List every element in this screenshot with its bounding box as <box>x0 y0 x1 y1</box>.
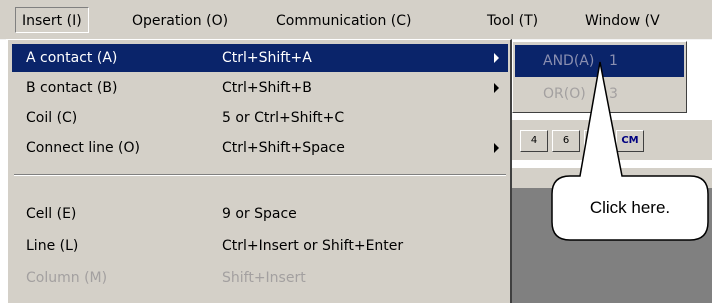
menu-item-shortcut: Ctrl+Insert or Shift+Enter <box>222 238 404 254</box>
submenu-arrow-icon <box>494 143 499 153</box>
toolbar-button-8[interactable]: 8 <box>584 130 612 152</box>
toolbar-button-6[interactable]: 6 <box>552 130 580 152</box>
menu-item-label: Line (L) <box>26 238 79 254</box>
menu-item-coil[interactable]: Coil (C) 5 or Ctrl+Shift+C <box>12 104 508 132</box>
menu-item-b-contact[interactable]: B contact (B) Ctrl+Shift+B <box>12 74 508 102</box>
contact-submenu: AND(A) 1 OR(O) 3 <box>512 41 687 113</box>
menu-item-shortcut: 5 or Ctrl+Shift+C <box>222 110 345 126</box>
submenu-item-and[interactable]: AND(A) 1 <box>515 45 684 77</box>
menu-item-a-contact[interactable]: A contact (A) Ctrl+Shift+A <box>12 44 508 72</box>
menu-item-label: Cell (E) <box>26 206 77 222</box>
menu-item-shortcut: Ctrl+Shift+A <box>222 50 312 66</box>
menu-item-shortcut: Shift+Insert <box>222 270 306 286</box>
submenu-arrow-icon <box>494 53 499 63</box>
menu-item-label: Coil (C) <box>26 110 78 126</box>
submenu-item-number: 3 <box>609 86 618 102</box>
ruler <box>512 168 712 189</box>
menu-item-cell[interactable]: Cell (E) 9 or Space <box>12 200 508 228</box>
submenu-item-number: 1 <box>609 53 618 69</box>
menu-item-shortcut: Ctrl+Shift+Space <box>222 140 345 156</box>
menu-separator <box>14 174 506 176</box>
menu-item-shortcut: 9 or Space <box>222 206 297 222</box>
menu-tool[interactable]: Tool (T) <box>487 9 538 33</box>
menu-item-shortcut: Ctrl+Shift+B <box>222 80 312 96</box>
toolbar-button-cm[interactable]: CM <box>616 130 644 152</box>
menu-window[interactable]: Window (V <box>585 9 660 33</box>
menu-bar: Insert (I) Operation (O) Communication (… <box>0 0 712 40</box>
menu-communication[interactable]: Communication (C) <box>276 9 412 33</box>
submenu-item-label: AND(A) <box>543 53 595 69</box>
menu-item-label: A contact (A) <box>26 50 118 66</box>
submenu-arrow-icon <box>494 83 499 93</box>
menu-item-label: Connect line (O) <box>26 140 140 156</box>
submenu-item-label: OR(O) <box>543 86 586 102</box>
menu-item-connect-line[interactable]: Connect line (O) Ctrl+Shift+Space <box>12 134 508 162</box>
menu-item-label: Column (M) <box>26 270 108 286</box>
menu-operation[interactable]: Operation (O) <box>132 9 228 33</box>
menu-item-column: Column (M) Shift+Insert <box>12 264 508 292</box>
menu-item-label: B contact (B) <box>26 80 118 96</box>
menu-item-line[interactable]: Line (L) Ctrl+Insert or Shift+Enter <box>12 232 508 260</box>
insert-menu-dropdown: A contact (A) Ctrl+Shift+A B contact (B)… <box>6 39 512 303</box>
callout-text: Click here. <box>589 198 671 217</box>
menu-insert[interactable]: Insert (I) <box>15 7 89 33</box>
submenu-item-or[interactable]: OR(O) 3 <box>515 78 684 110</box>
editor-area <box>512 170 712 303</box>
toolbar-button-4[interactable]: 4 <box>520 130 548 152</box>
